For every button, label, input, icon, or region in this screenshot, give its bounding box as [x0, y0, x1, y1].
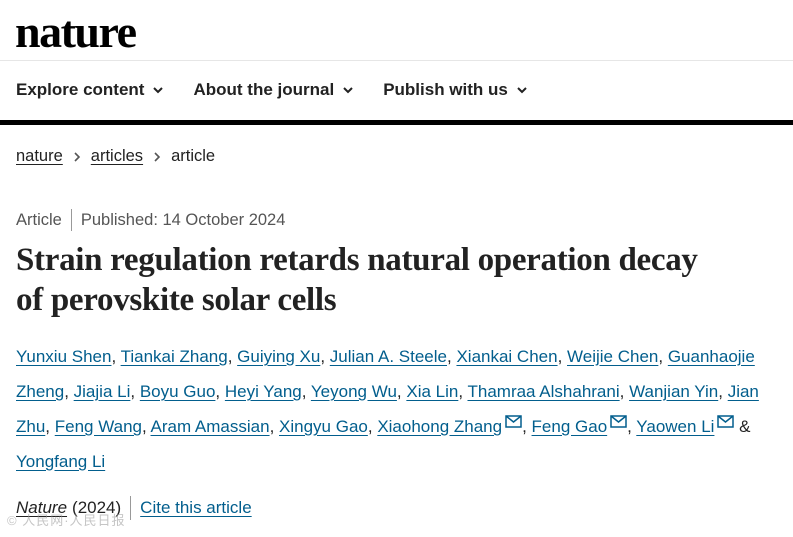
author-link[interactable]: Julian A. Steele — [330, 347, 447, 366]
email-icon[interactable] — [610, 415, 627, 428]
chevron-down-icon — [517, 87, 527, 94]
nature-logo[interactable]: nature — [15, 4, 137, 60]
citation-divider — [130, 496, 132, 520]
author-ampersand: & — [739, 417, 751, 436]
author-link[interactable]: Xingyu Gao — [279, 417, 368, 436]
chevron-right-icon — [154, 151, 161, 162]
article-meta: Article Published: 14 October 2024 — [16, 209, 285, 231]
nav-about-the-journal-label: About the journal — [193, 80, 335, 99]
author-link[interactable]: Yaowen Li — [636, 417, 714, 436]
author-link[interactable]: Yongfang Li — [16, 452, 105, 471]
nav-publish-with-us-label: Publish with us — [383, 80, 508, 99]
author-link[interactable]: Heyi Yang — [225, 382, 302, 401]
author-link[interactable]: Jiajia Li — [74, 382, 131, 401]
author-link[interactable]: Feng Wang — [55, 417, 142, 436]
nav-about-the-journal[interactable]: About the journal — [193, 80, 354, 100]
breadcrumb-current: article — [171, 147, 216, 165]
chevron-down-icon — [153, 87, 164, 94]
nav-explore-content[interactable]: Explore content — [16, 80, 164, 100]
author-link[interactable]: Boyu Guo — [140, 382, 216, 401]
author-link[interactable]: Wanjian Yin — [629, 382, 718, 401]
watermark: © 人民网·人民日报 — [7, 513, 126, 528]
author-link[interactable]: Xia Lin — [406, 382, 458, 401]
author-link[interactable]: Feng Gao — [532, 417, 608, 436]
meta-divider — [70, 209, 72, 231]
chevron-down-icon — [343, 87, 353, 94]
author-link[interactable]: Aram Amassian — [151, 417, 270, 436]
nav-explore-content-label: Explore content — [16, 80, 145, 99]
email-icon[interactable] — [505, 415, 522, 428]
author-link[interactable]: Guiying Xu — [237, 347, 320, 366]
author-link[interactable]: Weijie Chen — [567, 347, 658, 366]
author-list: Yunxiu Shen, Tiankai Zhang, Guiying Xu, … — [16, 347, 759, 471]
main-nav: Explore content About the journal Publis… — [16, 72, 528, 108]
breadcrumb-link-nature[interactable]: nature — [16, 147, 63, 166]
email-icon[interactable] — [717, 415, 735, 428]
published-date: Published: 14 October 2024 — [80, 210, 286, 229]
author-link[interactable]: Tiankai Zhang — [121, 347, 228, 366]
chevron-right-icon — [74, 151, 80, 162]
author-link[interactable]: Yunxiu Shen — [16, 347, 111, 366]
article-title: Strain regulation retards natural operat… — [16, 242, 698, 318]
author-link[interactable]: Xiaohong Zhang — [377, 417, 502, 436]
article-type: Article — [16, 210, 62, 229]
author-link[interactable]: Yeyong Wu — [311, 382, 397, 401]
nav-bottom-bar — [0, 120, 793, 125]
nav-publish-with-us[interactable]: Publish with us — [383, 80, 528, 100]
author-link[interactable]: Thamraa Alshahrani — [467, 382, 619, 401]
breadcrumb: nature articles article — [16, 147, 215, 166]
author-link[interactable]: Xiankai Chen — [456, 347, 557, 366]
header-divider — [0, 60, 793, 61]
breadcrumb-link-articles[interactable]: articles — [91, 147, 143, 166]
cite-this-article-link[interactable]: Cite this article — [140, 498, 251, 518]
